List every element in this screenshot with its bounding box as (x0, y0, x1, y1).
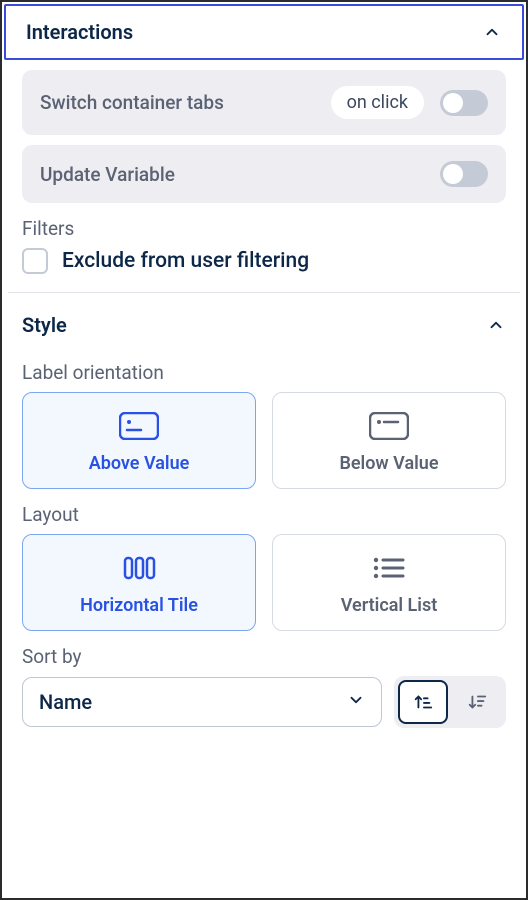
interactions-title: Interactions (26, 20, 133, 44)
card-label: Vertical List (341, 595, 438, 616)
layout-label: Layout (22, 503, 506, 526)
interaction-label: Update Variable (40, 163, 175, 186)
layout-options: Horizontal Tile Vertical List (22, 534, 506, 631)
horizontal-tile-icon (119, 553, 159, 583)
card-label: Horizontal Tile (80, 595, 198, 616)
toggle-update-variable[interactable] (440, 161, 488, 187)
interaction-label: Switch container tabs (40, 91, 224, 114)
option-vertical-list[interactable]: Vertical List (272, 534, 506, 631)
sort-asc-button[interactable] (398, 680, 448, 724)
style-title: Style (22, 313, 67, 337)
label-orientation-label: Label orientation (22, 361, 506, 384)
interactions-header[interactable]: Interactions (4, 4, 524, 60)
style-header[interactable]: Style (2, 297, 526, 347)
filters-label: Filters (22, 217, 506, 240)
sort-direction-group (394, 676, 506, 728)
vertical-list-icon (369, 553, 409, 583)
exclude-checkbox-label: Exclude from user filtering (62, 249, 309, 273)
sort-by-label: Sort by (22, 645, 506, 668)
option-below-value[interactable]: Below Value (272, 392, 506, 489)
section-divider (8, 292, 520, 293)
interaction-switch-tabs[interactable]: Switch container tabs on click (22, 70, 506, 135)
toggle-switch-tabs[interactable] (440, 90, 488, 116)
card-label: Below Value (339, 453, 438, 474)
sort-by-select[interactable]: Name (22, 677, 382, 727)
chevron-up-icon (486, 315, 506, 335)
filters-checkbox-row[interactable]: Exclude from user filtering (22, 248, 506, 274)
interaction-update-variable[interactable]: Update Variable (22, 145, 506, 203)
toggle-handle (443, 164, 463, 184)
card-label: Above Value (89, 453, 190, 474)
chevron-up-icon (482, 22, 502, 42)
option-above-value[interactable]: Above Value (22, 392, 256, 489)
chevron-down-icon (347, 691, 365, 713)
exclude-checkbox[interactable] (22, 248, 48, 274)
toggle-handle (443, 93, 463, 113)
sort-by-row: Name (22, 676, 506, 728)
sort-by-selected: Name (39, 690, 92, 714)
sort-desc-button[interactable] (452, 680, 502, 724)
trigger-pill[interactable]: on click (331, 86, 424, 119)
label-orientation-options: Above Value Below Value (22, 392, 506, 489)
below-value-icon (369, 411, 409, 441)
option-horizontal-tile[interactable]: Horizontal Tile (22, 534, 256, 631)
above-value-icon (119, 411, 159, 441)
